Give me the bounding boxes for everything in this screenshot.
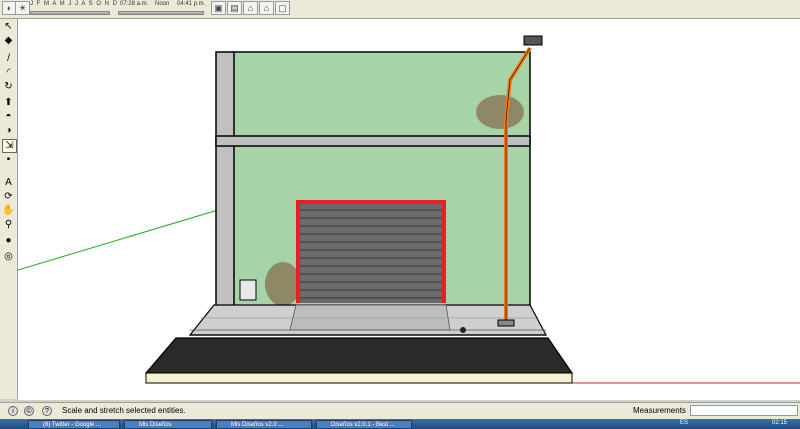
view-back-icon[interactable]: ▢ <box>275 1 290 15</box>
view-front-icon[interactable]: ⌂ <box>243 1 258 15</box>
orbit-icon[interactable]: ⟳ <box>2 191 15 203</box>
shadow-toolbar: ◐ ☀ J F M A M J J A S O N D 07:28 a.m. N… <box>0 0 800 19</box>
look-around-icon[interactable]: ◎ <box>2 251 15 263</box>
taskbar-item-twitter[interactable]: (8) Twitter - Google ... <box>28 420 120 429</box>
model-canvas[interactable] <box>17 19 800 400</box>
time-start-label: 07:28 a.m. <box>120 1 149 7</box>
view-right-icon[interactable]: ⌂ <box>259 1 274 15</box>
taskbar-item-mis-disenos[interactable]: Mis Diseños <box>124 420 212 429</box>
help-icon[interactable]: ? <box>42 406 52 416</box>
measurements-label: Measurements <box>633 406 686 415</box>
eraser-icon[interactable]: ◆ <box>2 35 15 47</box>
taskbar-item-mis-disenos-v2[interactable]: Mis Diseños v2.0 ... <box>216 420 312 429</box>
measurements-input[interactable] <box>690 405 798 416</box>
windows-taskbar: (8) Twitter - Google ... Mis Diseños Mis… <box>0 419 800 429</box>
left-toolbar: ↖ ◆ / ◜ ↻ ⬆ ◓ ◑ ⇲ ▪ A ⟳ ✋ ⚲ ● ◎ <box>0 19 18 399</box>
time-slider[interactable] <box>118 11 204 15</box>
offset-icon[interactable]: ◑ <box>2 125 15 137</box>
stone-patch-lower <box>265 262 301 306</box>
status-bar: i © ? Scale and stretch selected entitie… <box>0 402 800 419</box>
shadow-month-scale: J F M A M J J A S O N D <box>30 1 119 7</box>
street-lamp-head <box>523 35 543 46</box>
language-indicator[interactable]: ES <box>680 420 688 426</box>
tape-measure-icon[interactable]: ▪ <box>2 154 15 166</box>
display-shadows-icon[interactable]: ☀ <box>15 1 30 15</box>
walk-icon[interactable]: ● <box>2 235 15 247</box>
road <box>144 337 574 374</box>
push-pull-icon[interactable]: ⬆ <box>2 97 15 109</box>
stone-patch-upper <box>476 95 524 129</box>
drawing-viewport[interactable] <box>17 19 800 400</box>
pipe-base <box>497 319 515 327</box>
month-slider[interactable] <box>30 11 110 15</box>
green-axis-line <box>17 209 219 271</box>
credits-icon[interactable]: © <box>24 406 34 416</box>
scale-icon[interactable]: ⇲ <box>2 139 17 153</box>
curb <box>145 372 573 384</box>
drain-cap <box>460 327 466 333</box>
rotate-icon[interactable]: ↻ <box>2 81 15 93</box>
electrical-box <box>239 279 257 301</box>
time-end-label: 04:41 p.m. <box>177 1 206 7</box>
left-column <box>215 51 235 315</box>
horizontal-beam <box>215 135 531 147</box>
view-top-icon[interactable]: ▤ <box>227 1 242 15</box>
select-icon[interactable]: ↖ <box>2 21 15 33</box>
rolling-shutter <box>298 202 444 303</box>
dimension-icon[interactable]: A <box>2 177 15 189</box>
geo-location-icon[interactable]: i <box>8 406 18 416</box>
driveway-ramp <box>289 304 451 331</box>
system-clock: 02:15 <box>772 420 788 426</box>
view-iso-icon[interactable]: ▣ <box>211 1 226 15</box>
taskbar-item-disenos-best[interactable]: Diseños v2.0.1 - Best ... <box>316 420 412 429</box>
zoom-icon[interactable]: ⚲ <box>2 219 15 231</box>
status-hint: Scale and stretch selected entities. <box>62 406 186 415</box>
time-noon-label: Noon <box>155 1 170 7</box>
arc-icon[interactable]: ◜ <box>2 67 15 79</box>
pencil-icon[interactable]: / <box>2 53 15 65</box>
follow-me-icon[interactable]: ◓ <box>2 111 15 123</box>
pan-icon[interactable]: ✋ <box>2 205 15 217</box>
